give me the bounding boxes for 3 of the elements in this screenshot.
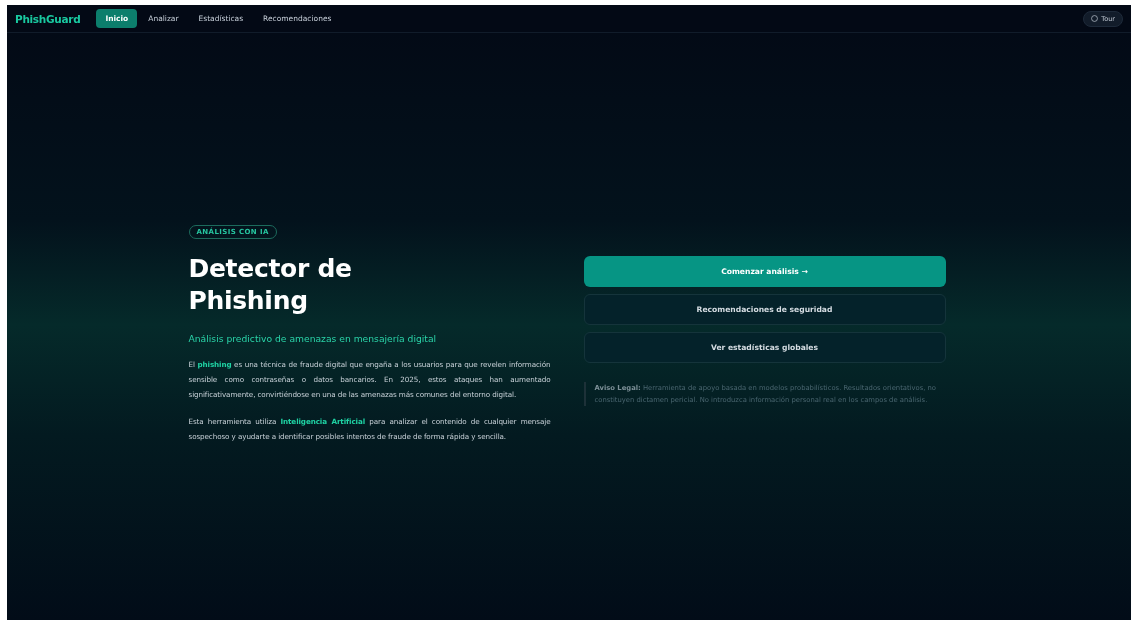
brand-logo: PhishGuard [15, 12, 81, 25]
page-subtitle: Análisis predictivo de amenazas en mensajería digital [188, 333, 438, 344]
page-title: Detector de Phishing [188, 253, 353, 317]
